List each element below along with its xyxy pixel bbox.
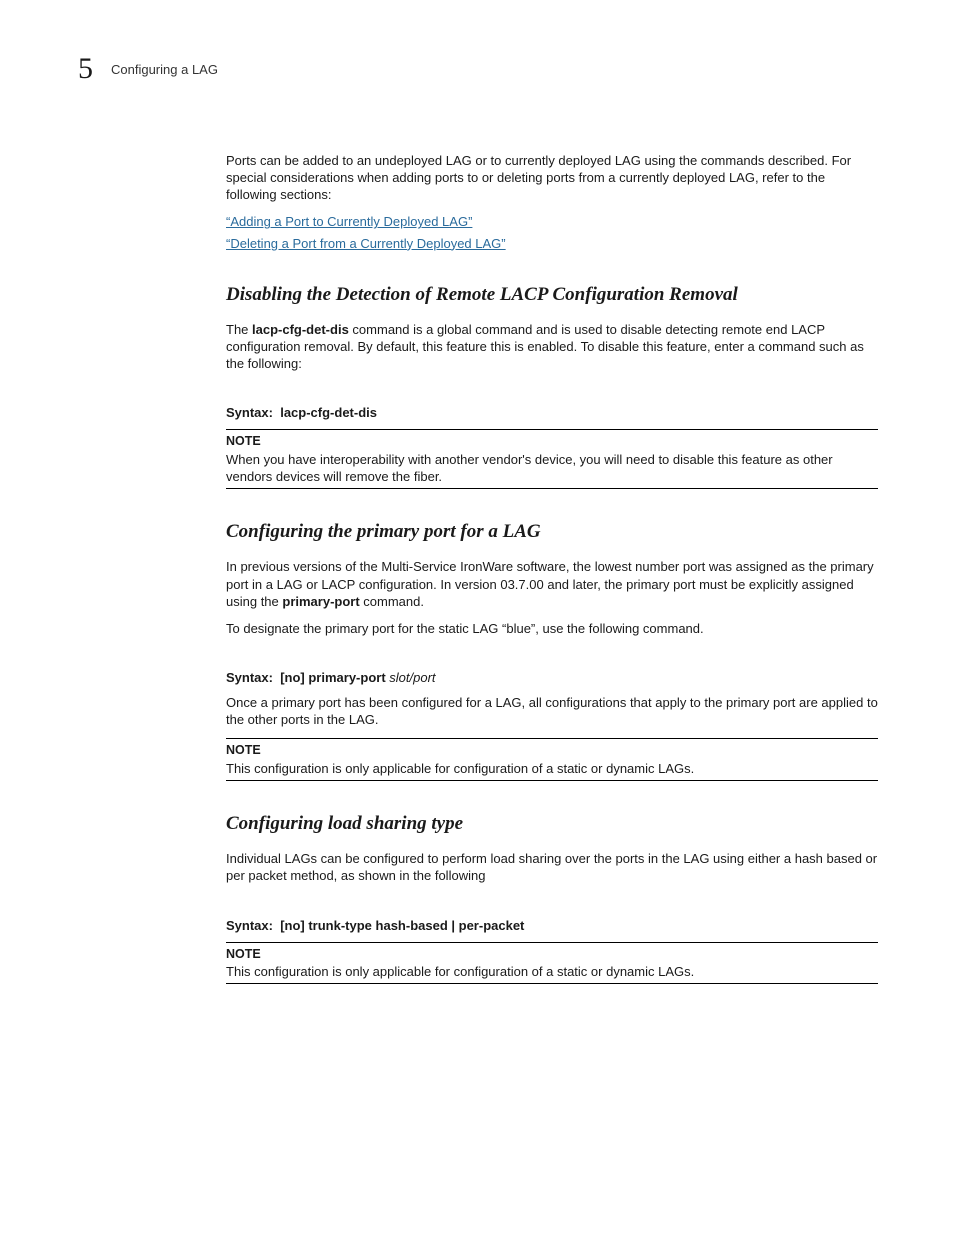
syntax-cmd: [no] trunk-type hash-based | per-packet xyxy=(280,918,524,933)
s2-paragraph-2: To designate the primary port for the st… xyxy=(226,620,878,637)
s1-syntax: Syntax: lacp-cfg-det-dis xyxy=(226,404,878,421)
syntax-label: Syntax: xyxy=(226,670,273,685)
page: 5 Configuring a LAG Ports can be added t… xyxy=(0,0,954,1235)
heading-primary-port: Configuring the primary port for a LAG xyxy=(226,519,878,544)
s3-syntax: Syntax: [no] trunk-type hash-based | per… xyxy=(226,917,878,934)
xref-adding-port[interactable]: “Adding a Port to Currently Deployed LAG… xyxy=(226,213,878,230)
chapter-number: 5 xyxy=(78,54,93,84)
rule xyxy=(226,738,878,739)
rule xyxy=(226,488,878,489)
s2-note: NOTE This configuration is only applicab… xyxy=(226,738,878,781)
chapter-title: Configuring a LAG xyxy=(111,62,218,77)
syntax-label: Syntax: xyxy=(226,405,273,420)
rule xyxy=(226,780,878,781)
s1-note: NOTE When you have interoperability with… xyxy=(226,429,878,489)
note-label: NOTE xyxy=(226,433,878,450)
rule xyxy=(226,429,878,430)
rule xyxy=(226,983,878,984)
cmd-primary-port: primary-port xyxy=(282,594,359,609)
heading-load-sharing: Configuring load sharing type xyxy=(226,811,878,836)
rule xyxy=(226,942,878,943)
s3-note: NOTE This configuration is only applicab… xyxy=(226,942,878,985)
syntax-arg: slot/port xyxy=(389,670,435,685)
text: command. xyxy=(360,594,424,609)
note-text: This configuration is only applicable fo… xyxy=(226,760,878,777)
s2-syntax: Syntax: [no] primary-port slot/port xyxy=(226,669,878,686)
text: The xyxy=(226,322,252,337)
cmd-lacp-cfg-det-dis: lacp-cfg-det-dis xyxy=(252,322,349,337)
s2-paragraph-1: In previous versions of the Multi-Servic… xyxy=(226,558,878,609)
intro-paragraph: Ports can be added to an undeployed LAG … xyxy=(226,152,878,203)
note-label: NOTE xyxy=(226,742,878,759)
xref-deleting-port[interactable]: “Deleting a Port from a Currently Deploy… xyxy=(226,235,878,252)
syntax-label: Syntax: xyxy=(226,918,273,933)
note-label: NOTE xyxy=(226,946,878,963)
heading-disabling-detection: Disabling the Detection of Remote LACP C… xyxy=(226,282,878,307)
syntax-cmd: lacp-cfg-det-dis xyxy=(280,405,377,420)
s2-paragraph-3: Once a primary port has been configured … xyxy=(226,694,878,728)
running-header: 5 Configuring a LAG xyxy=(78,54,880,84)
content-column: Ports can be added to an undeployed LAG … xyxy=(226,152,878,984)
note-text: When you have interoperability with anot… xyxy=(226,451,878,485)
syntax-cmd: [no] primary-port xyxy=(280,670,385,685)
s3-paragraph-1: Individual LAGs can be configured to per… xyxy=(226,850,878,884)
note-text: This configuration is only applicable fo… xyxy=(226,963,878,980)
s1-paragraph-1: The lacp-cfg-det-dis command is a global… xyxy=(226,321,878,372)
